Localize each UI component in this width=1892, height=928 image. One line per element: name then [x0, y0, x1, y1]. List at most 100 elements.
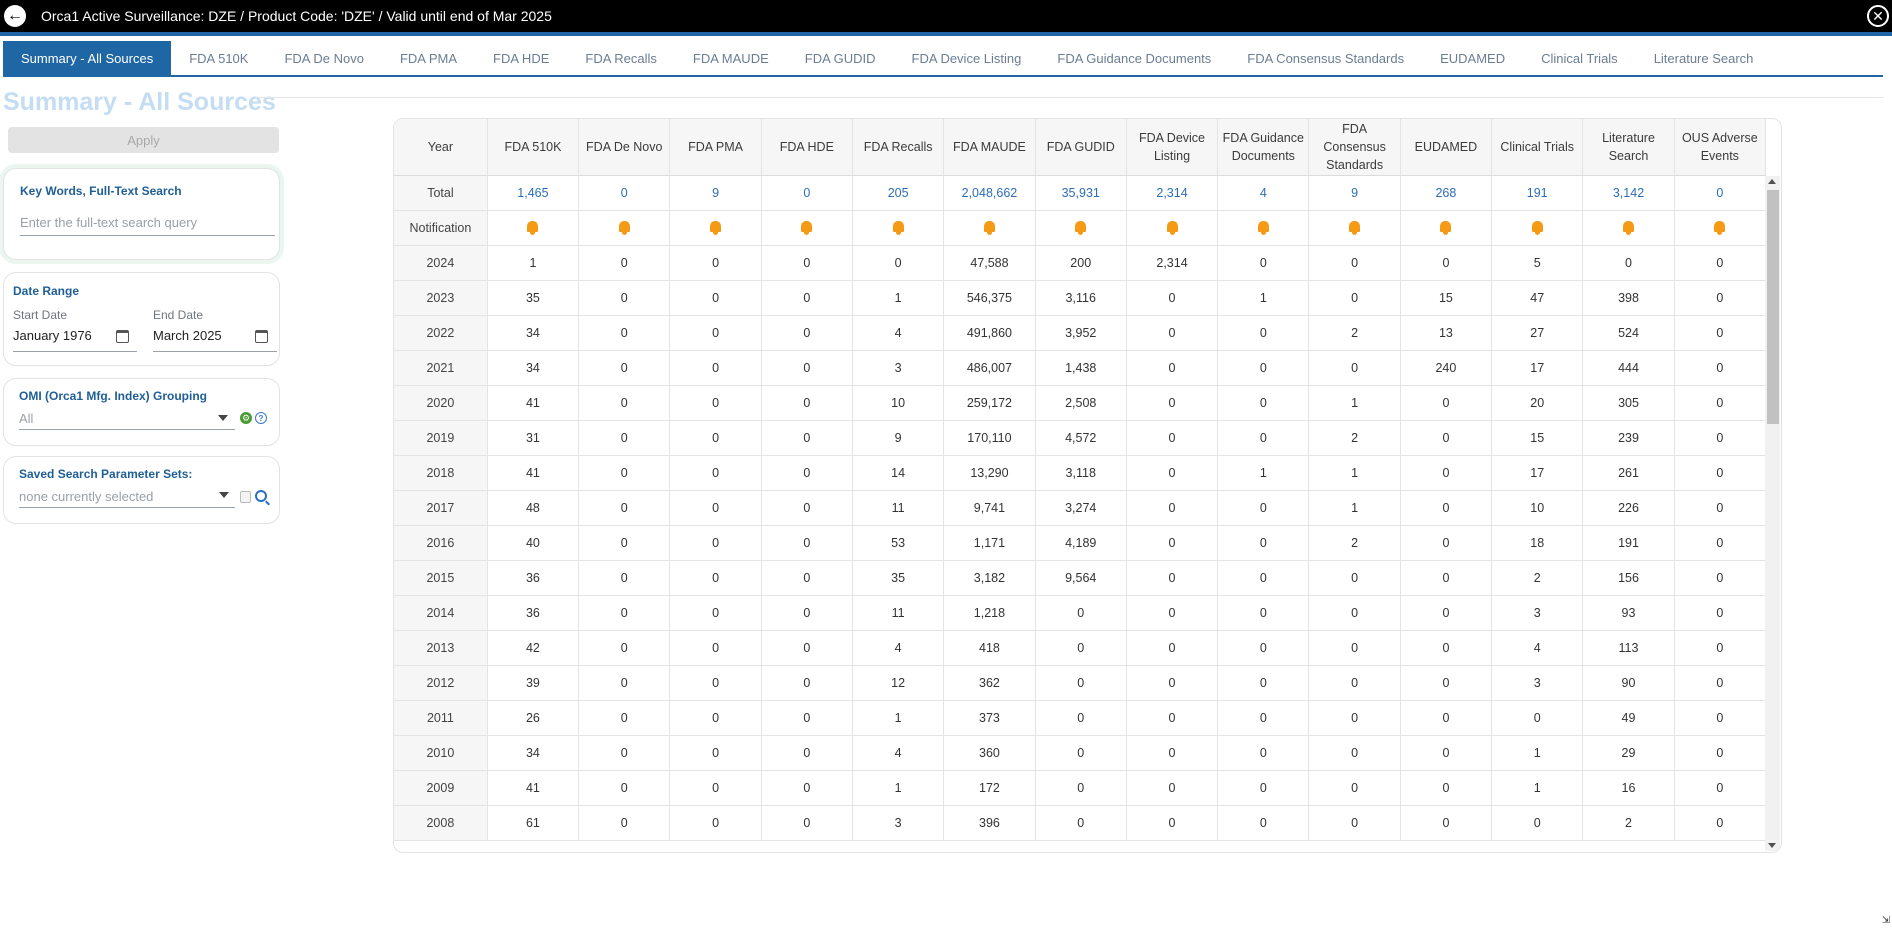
start-date-field[interactable]: January 1976	[13, 328, 92, 343]
total-cell[interactable]: 0	[578, 175, 671, 211]
year-cell: 2014	[394, 595, 488, 631]
apply-button[interactable]: Apply	[8, 127, 279, 153]
search-input[interactable]: Enter the full-text search query	[20, 215, 197, 230]
table-cell: 1,438	[1035, 350, 1127, 386]
tab-literature-search[interactable]: Literature Search	[1636, 41, 1772, 75]
table-cell: 0	[761, 665, 853, 701]
column-header-year: Year	[394, 119, 488, 176]
year-cell: 2017	[394, 490, 488, 526]
title-divider	[256, 97, 1884, 98]
total-cell[interactable]: 35,931	[1035, 175, 1127, 211]
omi-label: OMI (Orca1 Mfg. Index) Grouping	[19, 389, 208, 403]
tab-fda-consensus-standards[interactable]: FDA Consensus Standards	[1229, 41, 1422, 75]
table-cell: 0	[669, 700, 762, 736]
table-cell: 170,110	[943, 420, 1036, 456]
table-cell: 0	[578, 490, 671, 526]
help-icon[interactable]: ?	[255, 412, 267, 424]
scroll-down-icon[interactable]	[1768, 843, 1776, 848]
table-cell: 0	[669, 280, 762, 316]
date-range-label: Date Range	[13, 284, 80, 298]
bell-icon[interactable]	[892, 220, 904, 235]
gear-icon[interactable]: ⚙	[240, 412, 252, 424]
table-cell: 9,741	[943, 490, 1036, 526]
save-icon[interactable]	[240, 491, 251, 503]
table-cell: 1	[852, 280, 945, 316]
table-cell: 0	[669, 315, 762, 351]
year-cell: 2019	[394, 420, 488, 456]
bell-icon[interactable]	[710, 220, 722, 235]
omi-select[interactable]: All	[19, 411, 33, 426]
tab-fda-gudid[interactable]: FDA GUDID	[787, 41, 894, 75]
total-cell[interactable]: 9	[669, 175, 762, 211]
table-row: 2016 40 0 0 0 53 1,171 4,189 0 0 2 0 18 191 0	[394, 525, 1767, 561]
chevron-down-icon[interactable]	[219, 492, 229, 498]
total-cell[interactable]: 0	[761, 175, 853, 211]
table-cell: 0	[1217, 350, 1310, 386]
tab-fda-device-listing[interactable]: FDA Device Listing	[894, 41, 1040, 75]
total-cell[interactable]: 3,142	[1582, 175, 1675, 211]
total-cell[interactable]: 2,048,662	[943, 175, 1036, 211]
tab-fda-hde[interactable]: FDA HDE	[475, 41, 567, 75]
table-cell: 0	[1126, 770, 1219, 806]
total-cell[interactable]: 2,314	[1126, 175, 1219, 211]
scroll-up-icon[interactable]	[1768, 179, 1776, 184]
total-cell[interactable]: 1,465	[487, 175, 580, 211]
bell-icon[interactable]	[1166, 220, 1178, 235]
tab-fda-recalls[interactable]: FDA Recalls	[567, 41, 675, 75]
column-header-fda-gudid: FDA GUDID	[1035, 119, 1127, 176]
tab-fda-guidance-documents[interactable]: FDA Guidance Documents	[1039, 41, 1229, 75]
bell-icon[interactable]	[1623, 220, 1634, 235]
table-cell: 90	[1582, 665, 1675, 701]
end-date-field[interactable]: March 2025	[153, 328, 222, 343]
bell-icon[interactable]	[983, 220, 995, 235]
bell-icon[interactable]	[1531, 220, 1543, 235]
tab-fda-pma[interactable]: FDA PMA	[382, 41, 475, 75]
table-row: 2021 34 0 0 0 3 486,007 1,438 0 0 0 240 17 444 0	[394, 350, 1767, 386]
tab-fda-de-novo[interactable]: FDA De Novo	[266, 41, 381, 75]
total-cell[interactable]: 4	[1217, 175, 1310, 211]
bell-icon[interactable]	[1075, 220, 1087, 235]
bell-icon[interactable]	[618, 220, 630, 235]
table-cell: 0	[1308, 280, 1401, 316]
total-cell[interactable]: 268	[1400, 175, 1493, 211]
chevron-down-icon[interactable]	[218, 415, 228, 421]
table-row: 2017 48 0 0 0 11 9,741 3,274 0 0 1 0 10 226 0	[394, 490, 1767, 526]
bell-icon[interactable]	[527, 220, 539, 235]
total-cell[interactable]: 191	[1491, 175, 1584, 211]
table-row: 2024 1 0 0 0 0 47,588 200 2,314 0 0 0 5 0 0	[394, 245, 1767, 281]
tab-summary-all-sources[interactable]: Summary - All Sources	[3, 41, 172, 75]
table-cell: 0	[578, 770, 671, 806]
scrollbar-thumb[interactable]	[1767, 190, 1779, 424]
table-cell: 0	[1035, 735, 1127, 771]
table-cell: 2	[1582, 805, 1675, 841]
table-cell: 0	[1674, 700, 1767, 736]
table-cell: 0	[1400, 700, 1493, 736]
tab-eudamed[interactable]: EUDAMED	[1422, 41, 1523, 75]
bell-icon[interactable]	[1440, 220, 1452, 235]
table-row: 2009 41 0 0 0 1 172 0 0 0 0 0 1 16 0	[394, 770, 1767, 806]
tab-clinical-trials[interactable]: Clinical Trials	[1523, 41, 1636, 75]
search-icon[interactable]	[255, 490, 267, 502]
arrow-left-icon[interactable]: ←	[4, 5, 26, 27]
table-cell: 41	[487, 455, 580, 491]
column-header-fda-hde: FDA HDE	[761, 119, 853, 176]
bell-icon[interactable]	[1257, 220, 1269, 235]
total-cell[interactable]: 205	[852, 175, 945, 211]
resize-handle-icon[interactable]: ⇲	[1882, 915, 1890, 926]
table-scrollbar[interactable]	[1765, 176, 1780, 851]
tab-fda-510k[interactable]: FDA 510K	[171, 41, 266, 75]
total-cell[interactable]: 9	[1308, 175, 1401, 211]
calendar-icon[interactable]	[255, 330, 268, 343]
total-cell[interactable]: 0	[1674, 175, 1767, 211]
bell-icon[interactable]	[801, 220, 813, 235]
close-icon[interactable]: ✕	[1867, 5, 1889, 27]
notification-cell	[1035, 210, 1127, 246]
calendar-icon[interactable]	[116, 330, 129, 343]
year-cell: 2015	[394, 560, 488, 596]
table-cell: 3,116	[1035, 280, 1127, 316]
bell-icon[interactable]	[1349, 220, 1361, 235]
table-cell: 0	[1217, 315, 1310, 351]
saved-search-select[interactable]: none currently selected	[19, 489, 153, 504]
tab-fda-maude[interactable]: FDA MAUDE	[675, 41, 787, 75]
bell-icon[interactable]	[1714, 220, 1726, 235]
